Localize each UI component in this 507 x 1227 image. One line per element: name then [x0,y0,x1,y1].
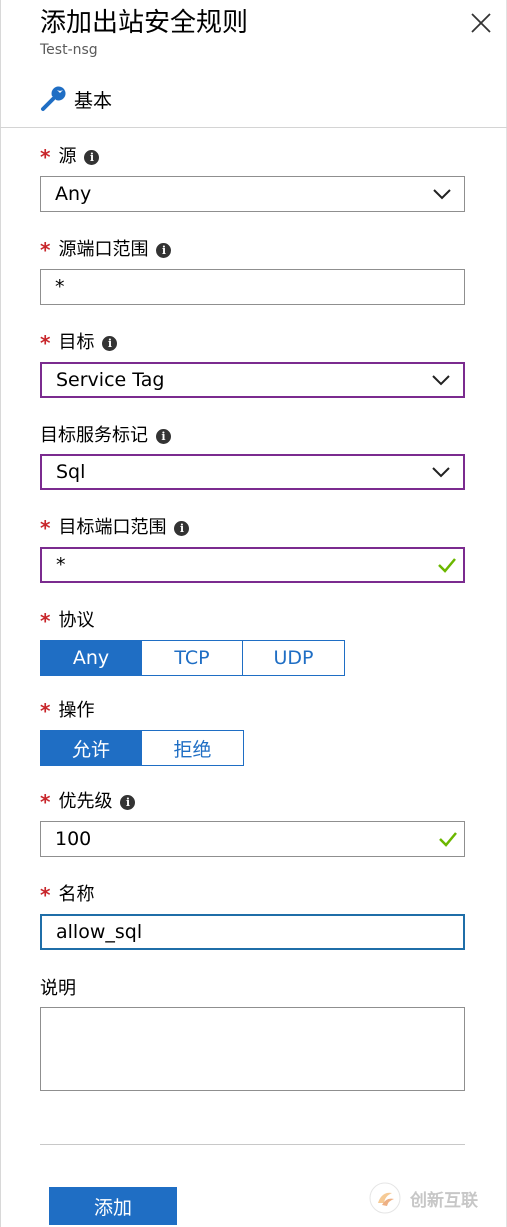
priority-label-text: 优先级 [58,791,113,812]
description-label-text: 说明 [40,978,76,999]
info-icon[interactable]: i [156,242,172,258]
destination-service-tag-value: Sql [56,461,86,483]
priority-label: * 优先级 i [40,790,136,814]
name-input[interactable]: allow_sql [40,914,465,950]
wrench-icon [41,86,66,111]
source-port-input[interactable]: * [40,269,465,305]
required-marker: * [40,331,51,355]
watermark-text: 创新互联 [410,1190,478,1211]
name-label: * 名称 [40,884,94,906]
description-label: 说明 [40,978,76,1000]
info-icon[interactable]: i [120,794,136,810]
add-button[interactable]: 添加 [49,1187,177,1225]
description-textarea[interactable] [40,1007,465,1091]
action-option-deny[interactable]: 拒绝 [142,731,243,765]
destination-select-value: Service Tag [56,369,165,391]
page-title: 添加出站安全规则 [40,8,249,38]
footer-divider [40,1144,465,1145]
header-divider [0,127,507,128]
name-value: allow_sql [56,921,143,943]
required-marker: * [40,516,51,540]
destination-label: * 目标 i [40,331,118,355]
checkmark-icon [439,832,457,847]
source-port-value: * [55,276,65,298]
rule-blade: 添加出站安全规则 Test-nsg 基本 * 源 i Any * 源端口范围 i… [0,0,507,1227]
required-marker: * [40,699,51,723]
required-marker: * [40,790,51,814]
info-icon[interactable]: i [102,335,118,351]
blade-left-border [0,0,1,1227]
close-button[interactable] [468,10,494,36]
destination-label-text: 目标 [58,332,95,353]
destination-service-tag-label-text: 目标服务标记 [40,425,148,446]
source-select-value: Any [55,183,92,205]
destination-port-label-text: 目标端口范围 [58,517,167,538]
destination-select[interactable]: Service Tag [40,362,465,398]
watermark-flame-icon [369,1182,401,1214]
protocol-label-text: 协议 [58,610,95,631]
page-subtitle: Test-nsg [40,42,98,58]
required-marker: * [40,145,51,169]
priority-value: 100 [55,828,92,850]
required-marker: * [40,609,51,633]
protocol-option-udp[interactable]: UDP [243,641,344,675]
info-icon[interactable]: i [84,149,100,165]
protocol-toggle: Any TCP UDP [40,640,345,676]
priority-input[interactable]: 100 [40,821,465,857]
source-select[interactable]: Any [40,176,465,212]
destination-port-label: * 目标端口范围 i [40,516,190,540]
destination-port-input[interactable]: * [40,547,465,583]
action-toggle: 允许 拒绝 [40,730,244,766]
action-label: * 操作 [40,700,94,722]
source-label-text: 源 [58,146,77,167]
info-icon[interactable]: i [156,428,171,444]
source-port-label: * 源端口范围 i [40,238,172,262]
info-icon[interactable]: i [174,520,190,536]
chevron-down-icon [432,467,450,478]
protocol-label: * 协议 [40,610,94,632]
destination-service-tag-label: 目标服务标记 i [40,425,171,447]
tab-basic-label: 基本 [74,89,113,112]
destination-port-value: * [56,554,66,576]
action-option-allow[interactable]: 允许 [41,731,142,765]
protocol-option-any[interactable]: Any [41,641,142,675]
protocol-option-tcp[interactable]: TCP [142,641,243,675]
tab-basic[interactable]: 基本 [40,84,112,114]
watermark-logo: 创新互联 [368,1178,503,1218]
source-port-label-text: 源端口范围 [58,239,149,260]
checkmark-icon [438,558,456,573]
chevron-down-icon [432,375,450,386]
required-marker: * [40,883,51,907]
required-marker: * [40,238,51,262]
chevron-down-icon [433,189,451,200]
destination-service-tag-select[interactable]: Sql [40,454,465,490]
source-label: * 源 i [40,145,100,169]
name-label-text: 名称 [58,884,95,905]
action-label-text: 操作 [58,700,95,721]
close-icon [471,13,491,33]
